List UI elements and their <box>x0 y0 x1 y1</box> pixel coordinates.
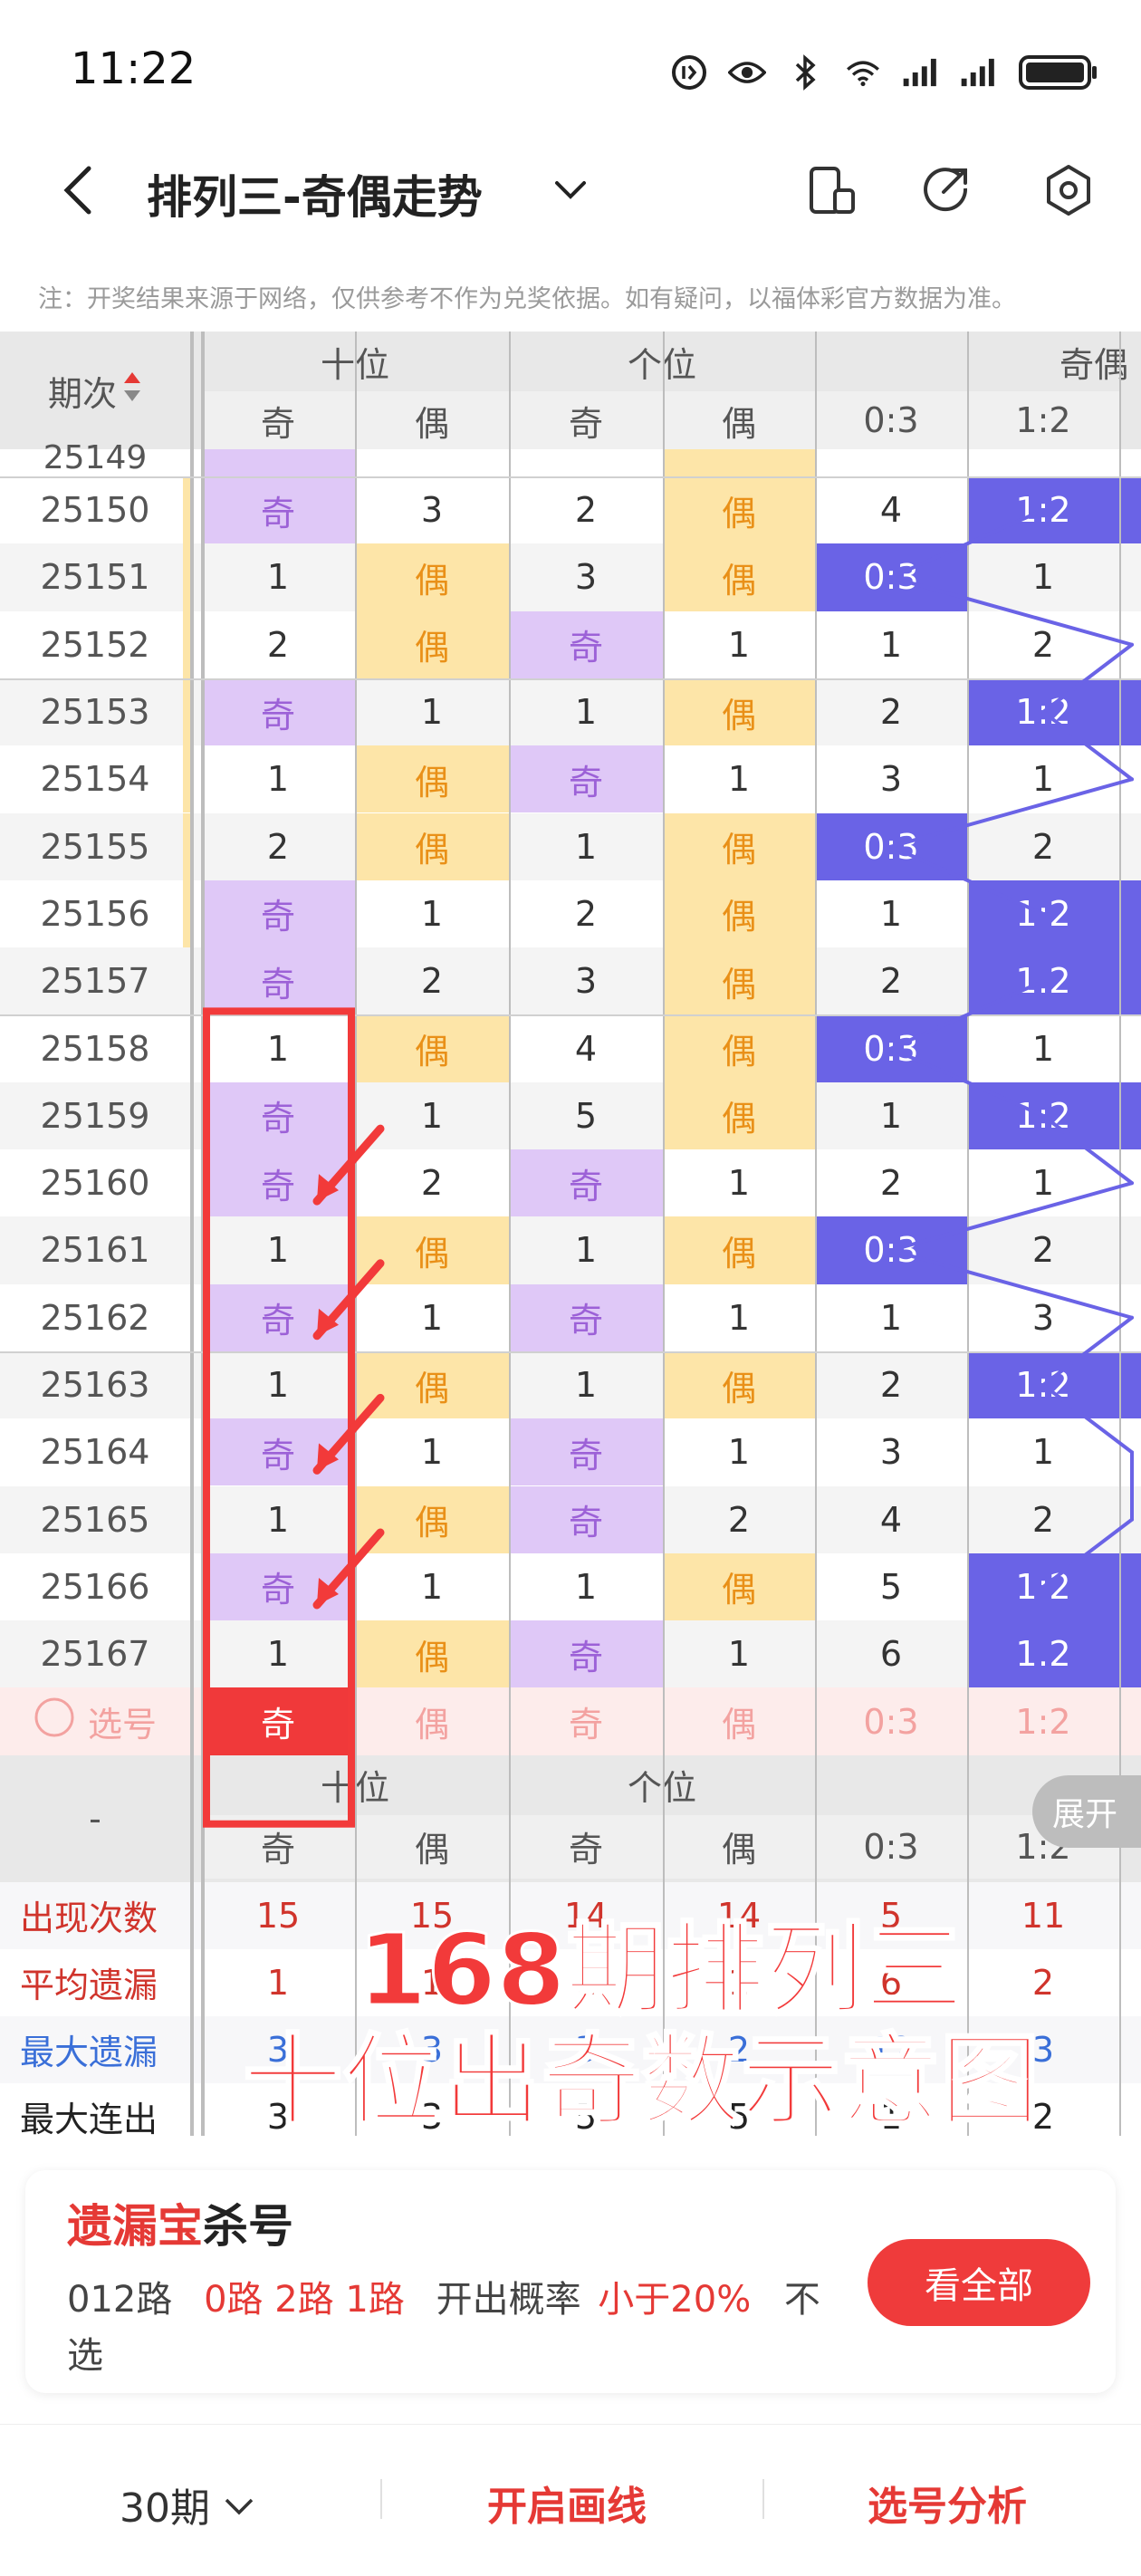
card-title-brand: 遗漏宝 <box>67 2200 203 2253</box>
trend-line <box>1041 710 1134 782</box>
trend-line <box>1041 1517 1134 1589</box>
trend-line <box>889 1046 1045 1118</box>
divider <box>762 2479 764 2519</box>
trend-line <box>889 777 1134 849</box>
view-all-button[interactable]: 看全部 <box>868 2239 1090 2326</box>
card-title-suffix: 杀号 <box>203 2200 293 2253</box>
prob-value: 小于20% <box>598 2279 752 2321</box>
route-label: 012路 <box>67 2279 173 2321</box>
trend-line <box>889 508 1045 580</box>
draw-lines-button[interactable]: 开启画线 <box>487 2474 647 2532</box>
highlight-box <box>203 1007 355 1828</box>
prob-label: 开出概率 <box>436 2279 581 2321</box>
trend-line <box>1041 1383 1134 1455</box>
bottom-bar: 30期 开启画线 选号分析 <box>0 2424 1141 2576</box>
trend-line <box>1041 1113 1134 1186</box>
divider <box>380 2479 382 2519</box>
period-selector-label: 30期 <box>120 2485 210 2532</box>
chevron-down-icon <box>223 2482 255 2528</box>
trend-line <box>889 844 1045 916</box>
route-values: 0路 2路 1路 <box>204 2279 405 2321</box>
trend-line <box>889 575 1134 647</box>
selection-analysis-button[interactable]: 选号分析 <box>868 2474 1027 2532</box>
period-selector[interactable]: 30期 <box>120 2475 255 2533</box>
trend-line <box>1041 1315 1134 1388</box>
omission-card: 遗漏宝杀号 012路 0路 2路 1路 开出概率 小于20% 不 选 看全部 <box>25 2170 1116 2393</box>
tail-text: 不 <box>783 2279 820 2321</box>
trend-line <box>1041 642 1134 715</box>
trend-line <box>889 1248 1134 1320</box>
trend-line <box>889 1181 1134 1253</box>
tail-text-2: 选 <box>67 2335 103 2377</box>
overlay-text-line2: 十位出奇数示意图 <box>242 2023 1041 2141</box>
trend-line <box>889 979 1045 1051</box>
expand-button[interactable]: 展开 <box>1032 1775 1141 1848</box>
